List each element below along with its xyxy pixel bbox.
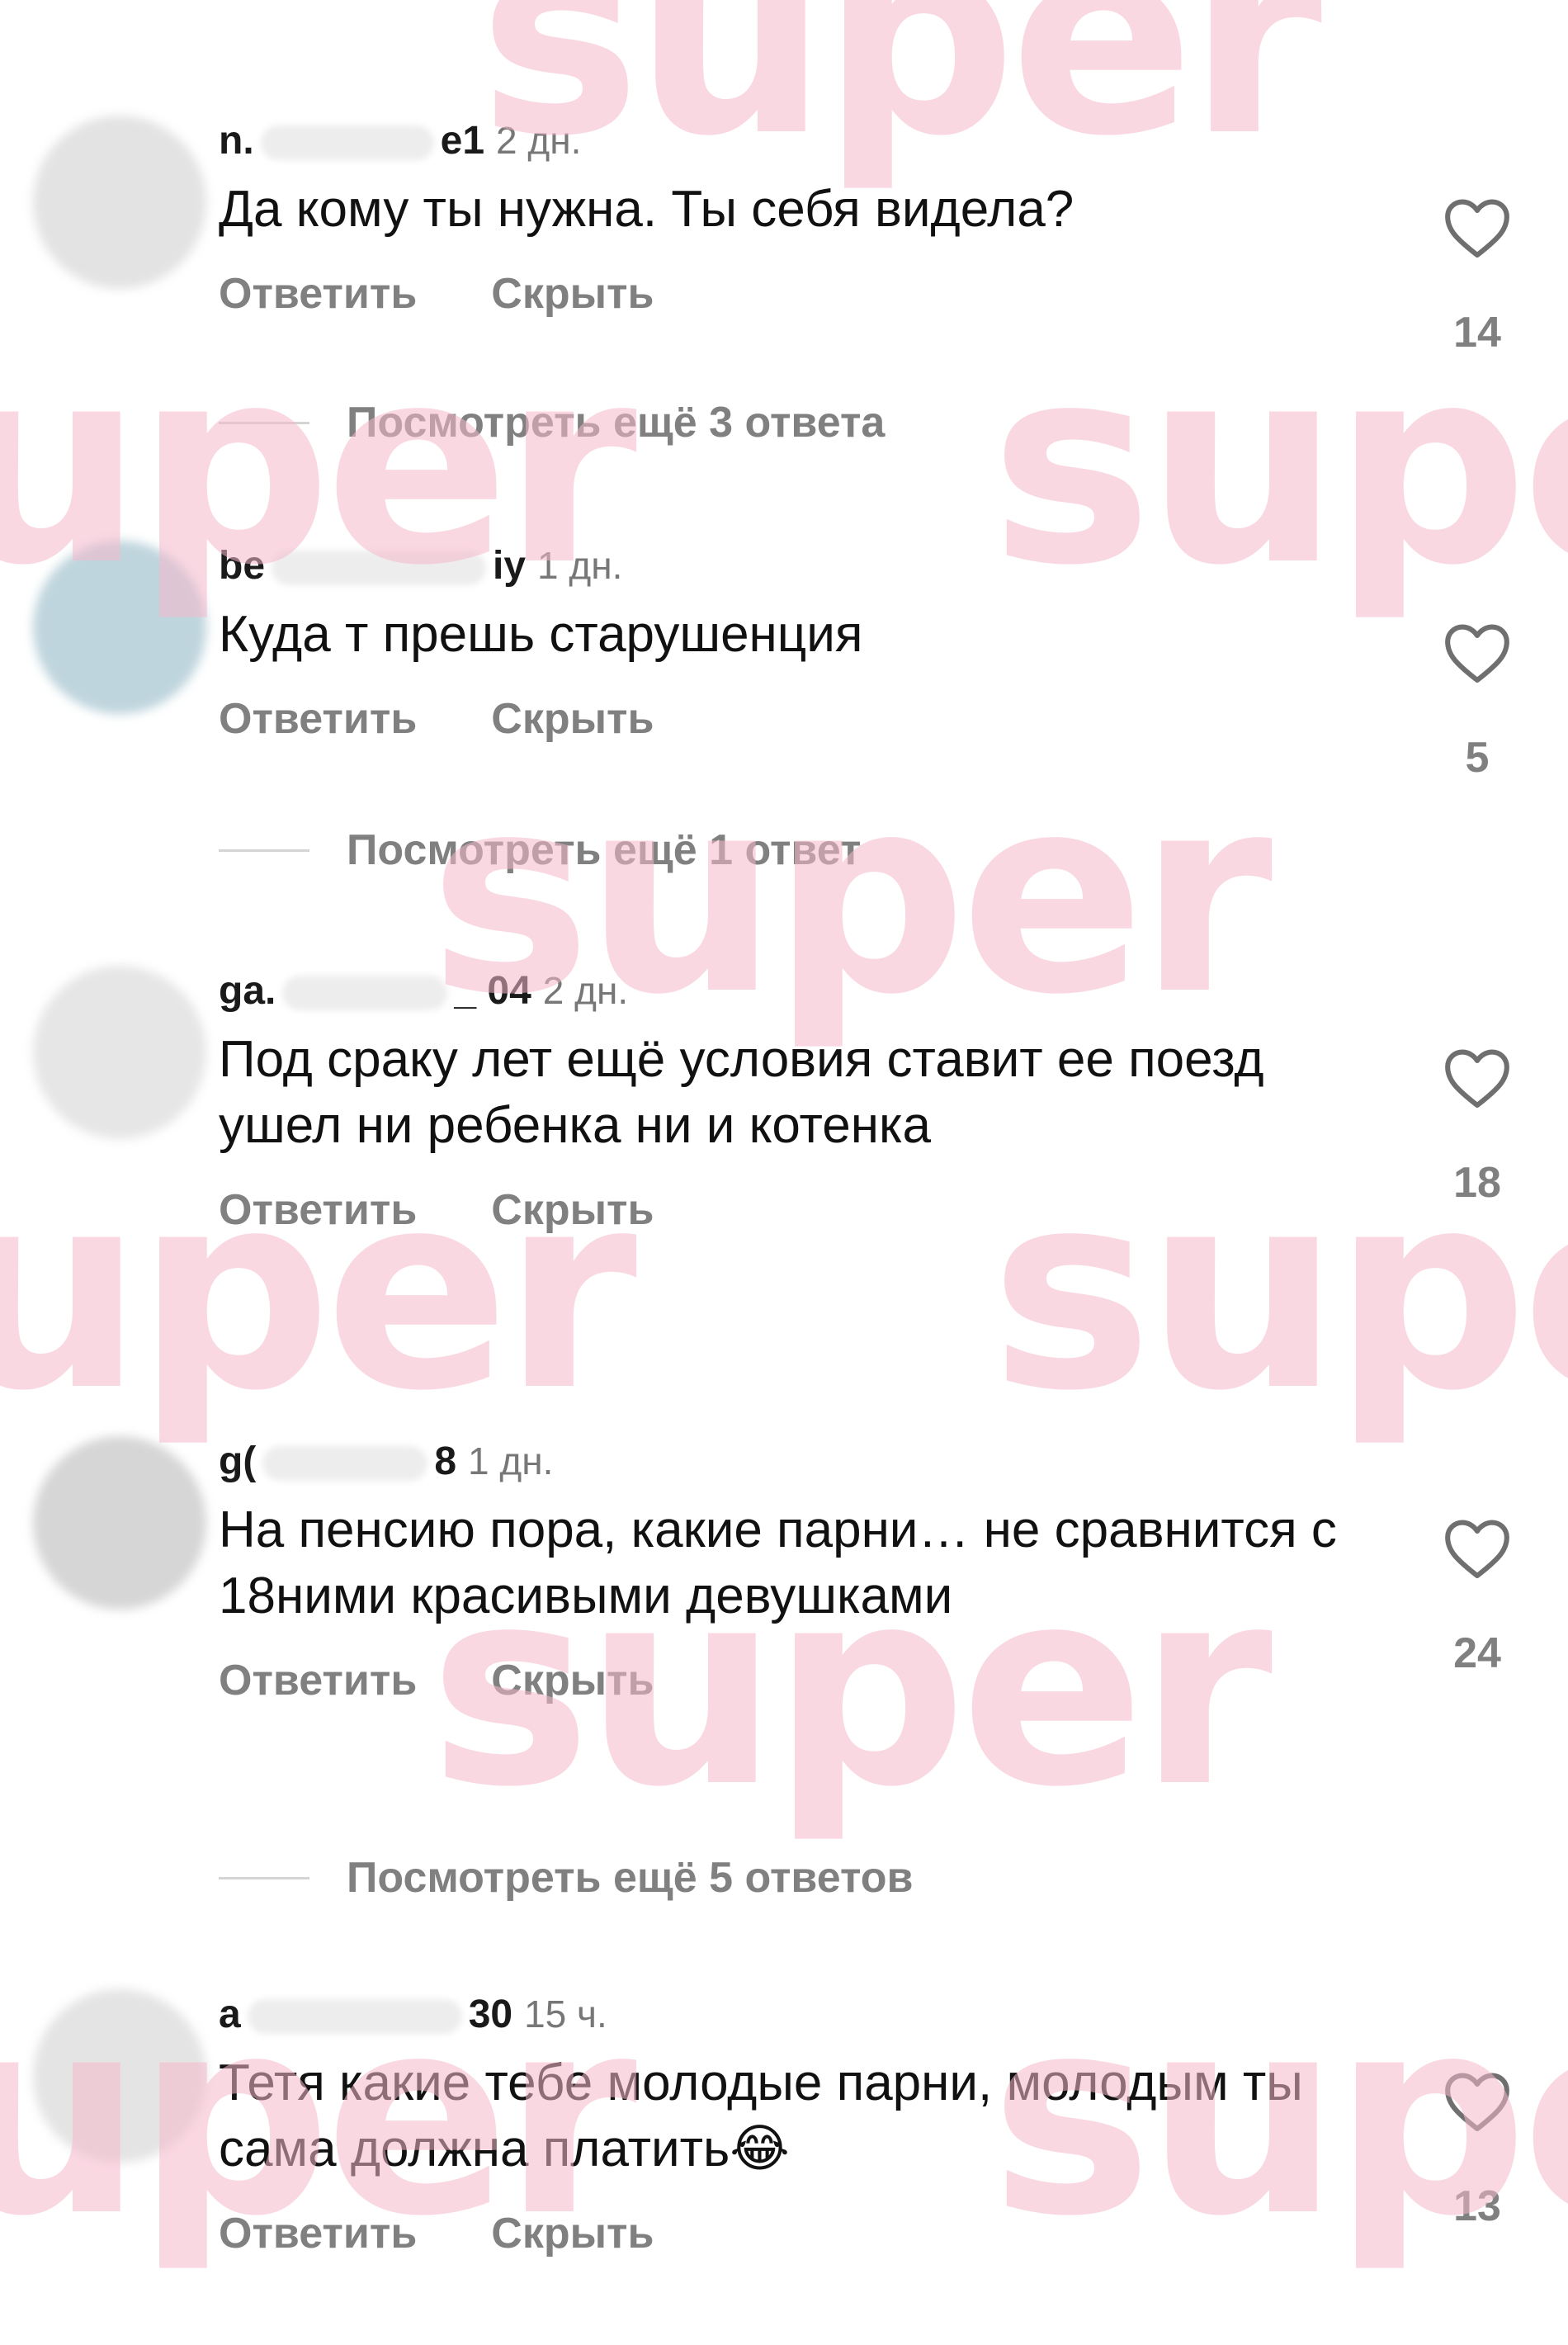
username-start[interactable]: n. xyxy=(219,116,254,166)
username-start[interactable]: ga. xyxy=(219,967,276,1016)
comment-actions: Ответить Скрыть xyxy=(219,1185,1391,1235)
view-more-replies[interactable]: Посмотреть ещё 5 ответов xyxy=(219,1853,913,1903)
divider-line xyxy=(219,1876,309,1879)
heart-icon[interactable] xyxy=(1442,1044,1513,1110)
like-block: 14 xyxy=(1440,194,1514,357)
comment-text: Куда т прешь старушенция xyxy=(219,606,863,663)
comment-meta: ga. _ 04 2 дн. xyxy=(219,966,1391,1015)
comment-actions: Ответить Скрыть xyxy=(219,2209,1391,2258)
view-more-replies[interactable]: Посмотреть ещё 1 ответ xyxy=(219,825,861,875)
avatar[interactable] xyxy=(33,1989,206,2163)
reply-button[interactable]: Ответить xyxy=(219,1185,417,1235)
username-redaction xyxy=(260,125,434,161)
like-count: 18 xyxy=(1453,1159,1501,1207)
username-end[interactable]: 30 xyxy=(469,1990,512,2040)
heart-icon[interactable] xyxy=(1442,2068,1513,2134)
like-count: 13 xyxy=(1453,2182,1501,2230)
hide-button[interactable]: Скрыть xyxy=(491,1185,654,1235)
comment-body: a 30 15 ч. Тетя какие тебе молодые парни, … xyxy=(219,1989,1391,2258)
comment-time: 15 ч. xyxy=(524,1993,607,2035)
divider-line xyxy=(219,849,309,852)
comment-time: 1 дн. xyxy=(468,1440,554,1482)
username-end[interactable]: _ 04 xyxy=(454,967,531,1016)
like-block: 24 xyxy=(1440,1515,1514,1678)
comment-actions: Ответить Скрыть xyxy=(219,1656,1391,1705)
view-more-label[interactable]: Посмотреть ещё 5 ответов xyxy=(347,1853,913,1903)
comments-screen: n. e1 2 дн. Да кому ты нужна. Ты себя виде… xyxy=(0,0,1568,2345)
username-redaction xyxy=(272,551,487,586)
hide-button[interactable]: Скрыть xyxy=(491,2209,654,2258)
comment-time: 2 дн. xyxy=(496,119,582,162)
like-count: 14 xyxy=(1453,309,1501,357)
like-count: 5 xyxy=(1465,734,1490,782)
comment-meta: be iy 1 дн. xyxy=(219,541,1391,590)
username-start[interactable]: be xyxy=(219,541,265,591)
comment-time: 2 дн. xyxy=(542,969,629,1012)
username-redaction xyxy=(282,976,448,1011)
view-more-label[interactable]: Посмотреть ещё 3 ответа xyxy=(347,398,885,447)
like-block: 5 xyxy=(1440,619,1514,782)
comment-meta: n. e1 2 дн. xyxy=(219,116,1391,165)
view-more-replies[interactable]: Посмотреть ещё 3 ответа xyxy=(219,398,885,447)
username-end[interactable]: 8 xyxy=(434,1437,456,1487)
comment-meta: a 30 15 ч. xyxy=(219,1989,1391,2039)
heart-icon[interactable] xyxy=(1442,1515,1513,1581)
reply-button[interactable]: Ответить xyxy=(219,694,417,744)
comment-actions: Ответить Скрыть xyxy=(219,694,1391,744)
username-start[interactable]: g( xyxy=(219,1437,256,1487)
avatar[interactable] xyxy=(33,116,206,289)
view-more-label[interactable]: Посмотреть ещё 1 ответ xyxy=(347,825,861,875)
comment-text: Под сраку лет ещё условия ставит ее поез… xyxy=(219,1031,1264,1154)
hide-button[interactable]: Скрыть xyxy=(491,694,654,744)
comment-actions: Ответить Скрыть xyxy=(219,269,1391,319)
comment-text: Тетя какие тебе молодые парни, молодым т… xyxy=(219,2054,1303,2177)
username-end[interactable]: e1 xyxy=(441,116,484,166)
reply-button[interactable]: Ответить xyxy=(219,1656,417,1705)
avatar[interactable] xyxy=(33,966,206,1139)
comment-text: На пенсию пора, какие парни… не сравнитс… xyxy=(219,1501,1337,1624)
avatar[interactable] xyxy=(33,1436,206,1610)
heart-icon[interactable] xyxy=(1442,619,1513,685)
reply-button[interactable]: Ответить xyxy=(219,2209,417,2258)
comment-body: be iy 1 дн. Куда т прешь старушенция Ответ… xyxy=(219,541,1391,744)
username-redaction xyxy=(262,1446,428,1482)
comment-time: 1 дн. xyxy=(537,544,623,587)
username-redaction xyxy=(247,1999,462,2035)
hide-button[interactable]: Скрыть xyxy=(491,1656,654,1705)
comment-body: g( 8 1 дн. На пенсию пора, какие парни… не… xyxy=(219,1436,1391,1705)
like-block: 18 xyxy=(1440,1044,1514,1208)
like-block: 13 xyxy=(1440,2068,1514,2231)
hide-button[interactable]: Скрыть xyxy=(491,269,654,319)
divider-line xyxy=(219,421,309,424)
like-count: 24 xyxy=(1453,1629,1501,1677)
avatar[interactable] xyxy=(33,541,206,714)
comment-meta: g( 8 1 дн. xyxy=(219,1436,1391,1486)
username-start[interactable]: a xyxy=(219,1990,241,2040)
username-end[interactable]: iy xyxy=(493,541,526,591)
comment-body: n. e1 2 дн. Да кому ты нужна. Ты себя виде… xyxy=(219,116,1391,319)
comment-text: Да кому ты нужна. Ты себя видела? xyxy=(219,181,1074,238)
heart-icon[interactable] xyxy=(1442,194,1513,260)
reply-button[interactable]: Ответить xyxy=(219,269,417,319)
comment-body: ga. _ 04 2 дн. Под сраку лет ещё условия с… xyxy=(219,966,1391,1235)
